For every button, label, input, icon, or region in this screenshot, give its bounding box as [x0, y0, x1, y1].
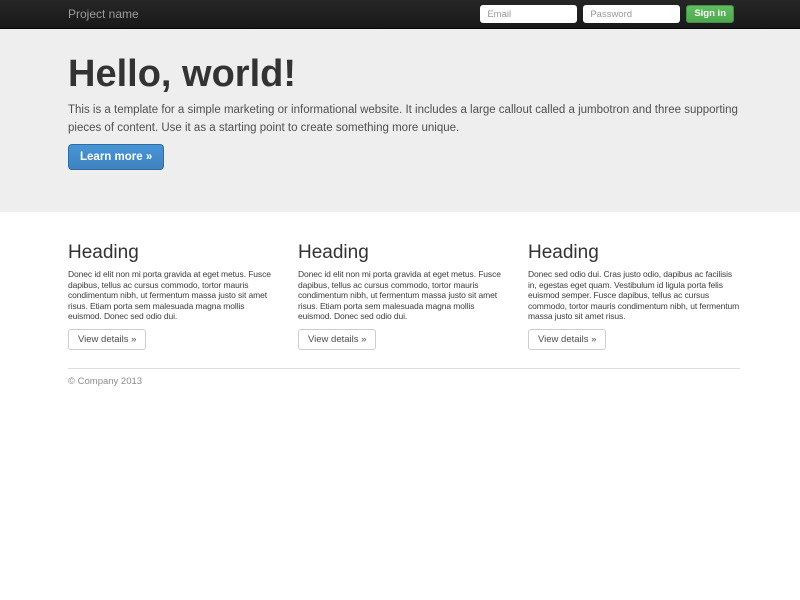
column-heading: Heading [68, 242, 139, 263]
view-details-button-1[interactable]: View details » [68, 329, 147, 350]
view-details-button-2[interactable]: View details » [298, 329, 377, 350]
column-body: Donec id elit non mi porta gravida at eg… [298, 269, 501, 321]
navbar-brand[interactable]: Project name [68, 0, 139, 29]
marketing-row: Heading Donec id elit non mi porta gravi… [68, 242, 740, 350]
signin-form: Sign in [480, 5, 734, 23]
column-heading: Heading [528, 242, 599, 263]
learn-more-button[interactable]: Learn more » [68, 144, 165, 170]
footer: © Company 2013 [68, 368, 740, 387]
content-container: Heading Donec id elit non mi porta gravi… [68, 242, 740, 387]
marketing-column-2: Heading Donec id elit non mi porta gravi… [298, 242, 510, 350]
password-input[interactable] [583, 5, 681, 23]
column-body: Donec id elit non mi porta gravida at eg… [68, 269, 271, 321]
jumbotron: Hello, world! This is a template for a s… [0, 29, 800, 212]
navbar-inner: Project name Sign in [68, 0, 740, 28]
copyright-text: © Company 2013 [68, 376, 143, 387]
jumbotron-container: Hello, world! This is a template for a s… [68, 53, 740, 170]
marketing-column-1: Heading Donec id elit non mi porta gravi… [68, 242, 280, 350]
navbar: Project name Sign in [0, 0, 800, 29]
column-heading: Heading [298, 242, 369, 263]
email-input[interactable] [480, 5, 578, 23]
footer-divider [68, 368, 740, 369]
jumbotron-description: This is a template for a simple marketin… [68, 104, 738, 134]
jumbotron-title: Hello, world! [68, 53, 296, 95]
marketing-column-3: Heading Donec sed odio dui. Cras justo o… [528, 242, 740, 350]
signin-button[interactable]: Sign in [686, 5, 734, 23]
view-details-button-3[interactable]: View details » [528, 329, 607, 350]
column-body: Donec sed odio dui. Cras justo odio, dap… [528, 269, 740, 321]
page: Project name Sign in Hello, world! This … [0, 0, 800, 600]
